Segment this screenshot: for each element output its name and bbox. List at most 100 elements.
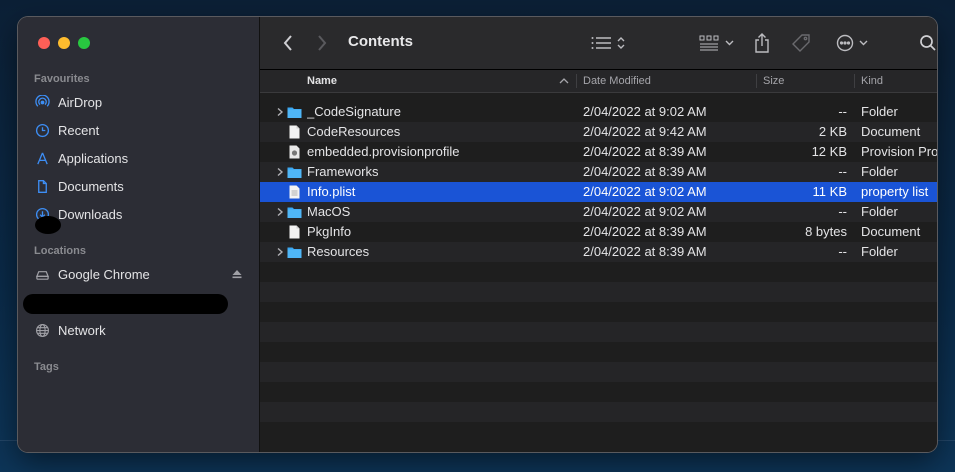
file-row[interactable]: _CodeSignature 2/04/2022 at 9:02 AM -- Fold… — [260, 102, 937, 122]
chevron-right-icon — [318, 35, 327, 51]
file-name: CodeResources — [307, 124, 401, 139]
share-icon — [755, 33, 769, 53]
file-size: 12 KB — [811, 144, 847, 159]
file-size: 11 KB — [812, 184, 847, 199]
minimize-window-button[interactable] — [58, 37, 70, 49]
sidebar-item-network[interactable]: Network — [34, 319, 244, 341]
file-row[interactable]: PkgInfo 2/04/2022 at 8:39 AM 8 bytes Docume… — [260, 222, 937, 242]
sort-ascending-icon — [559, 78, 569, 84]
file-name: Resources — [307, 244, 370, 259]
file-size: -- — [838, 164, 847, 179]
forward-button[interactable] — [312, 31, 332, 55]
sidebar-item-documents[interactable]: Documents — [34, 175, 244, 197]
sidebar-item-label: Network — [58, 322, 106, 338]
disclosure-chevron-icon[interactable] — [275, 167, 285, 177]
sidebar-item-downloads[interactable]: Downloads — [34, 203, 244, 225]
empty-row — [260, 362, 937, 382]
chevron-left-icon — [283, 35, 292, 51]
folder-icon — [287, 105, 302, 119]
traffic-lights — [38, 37, 90, 49]
file-row[interactable]: CodeResources 2/04/2022 at 9:42 AM 2 KB Doc… — [260, 122, 937, 142]
file-name: Frameworks — [307, 164, 379, 179]
file-size: -- — [838, 244, 847, 259]
empty-row — [260, 422, 937, 442]
finder-window: Favourites AirDrop Recent Applications D… — [18, 17, 937, 452]
provision-profile-icon — [287, 145, 302, 159]
sidebar-item-applications[interactable]: Applications — [34, 147, 244, 169]
column-size[interactable]: Size — [763, 70, 784, 92]
ellipsis-circle-icon — [836, 34, 854, 52]
zoom-window-button[interactable] — [78, 37, 90, 49]
sidebar-item-label: Google Chrome — [58, 266, 150, 282]
file-row[interactable]: Info.plist 2/04/2022 at 9:02 AM 11 KB prope… — [260, 182, 937, 202]
folder-icon — [287, 205, 302, 219]
disclosure-chevron-icon[interactable] — [275, 207, 285, 217]
file-size: -- — [838, 204, 847, 219]
chevron-down-icon — [859, 40, 868, 46]
file-size: -- — [838, 104, 847, 119]
applications-icon — [34, 150, 50, 166]
file-row[interactable]: embedded.provisionprofile 2/04/2022 at 8:… — [260, 142, 937, 162]
empty-row — [260, 402, 937, 422]
empty-row — [260, 302, 937, 322]
sidebar-item-recent[interactable]: Recent — [34, 119, 244, 141]
file-list: _CodeSignature 2/04/2022 at 9:02 AM -- Fold… — [260, 102, 937, 442]
tag-icon — [792, 34, 810, 52]
file-kind: Folder — [861, 164, 898, 179]
clock-icon — [34, 122, 50, 138]
airdrop-icon — [34, 94, 50, 110]
file-date-modified: 2/04/2022 at 9:02 AM — [583, 104, 707, 119]
drive-icon — [34, 266, 50, 282]
column-date-modified[interactable]: Date Modified — [583, 70, 651, 92]
sidebar-item-label: AirDrop — [58, 94, 103, 110]
file-date-modified: 2/04/2022 at 8:39 AM — [583, 224, 707, 239]
folder-icon — [287, 245, 302, 259]
file-browser: Contents Name Date Modified Size Kind _C… — [260, 17, 937, 452]
grid-icon — [699, 35, 718, 51]
sidebar-item-label: Applications — [58, 150, 129, 166]
column-name[interactable]: Name — [307, 70, 337, 92]
search-button[interactable] — [916, 31, 937, 55]
view-options-button[interactable] — [588, 31, 628, 55]
eject-icon[interactable] — [230, 267, 244, 281]
disclosure-chevron-icon[interactable] — [275, 247, 285, 257]
document-icon — [287, 225, 302, 239]
column-divider[interactable] — [576, 74, 577, 88]
file-name: PkgInfo — [307, 224, 352, 239]
group-button[interactable] — [696, 31, 736, 55]
folder-icon — [287, 165, 302, 179]
tag-button[interactable] — [790, 31, 814, 55]
file-name: embedded.provisionprofile — [307, 144, 460, 159]
file-date-modified: 2/04/2022 at 9:02 AM — [583, 204, 707, 219]
sidebar-item-google-chrome[interactable]: Google Chrome — [34, 263, 244, 285]
sidebar-item-label: Recent — [58, 122, 100, 138]
back-button[interactable] — [278, 31, 298, 55]
window-title: Contents — [348, 33, 413, 50]
list-view-icon — [591, 37, 611, 49]
column-divider[interactable] — [854, 74, 855, 88]
tags-section-title: Tags — [34, 361, 59, 373]
file-row[interactable]: MacOS 2/04/2022 at 9:02 AM -- Folder — [260, 202, 937, 222]
file-date-modified: 2/04/2022 at 8:39 AM — [583, 244, 707, 259]
file-date-modified: 2/04/2022 at 9:02 AM — [583, 184, 707, 199]
redacted-mark — [35, 216, 61, 234]
more-actions-button[interactable] — [834, 31, 870, 55]
empty-row — [260, 262, 937, 282]
toolbar: Contents — [260, 17, 937, 70]
column-divider[interactable] — [756, 74, 757, 88]
file-row[interactable]: Resources 2/04/2022 at 8:39 AM -- Folder — [260, 242, 937, 262]
disclosure-chevron-icon[interactable] — [275, 107, 285, 117]
search-icon — [920, 35, 936, 51]
file-date-modified: 2/04/2022 at 8:39 AM — [583, 164, 707, 179]
column-kind[interactable]: Kind — [861, 70, 883, 92]
file-name: MacOS — [307, 204, 351, 219]
redacted-location — [23, 294, 228, 314]
sidebar-item-airdrop[interactable]: AirDrop — [34, 91, 244, 113]
file-kind: Document — [861, 124, 921, 139]
file-kind: Provision Pro — [861, 144, 937, 159]
file-date-modified: 2/04/2022 at 9:42 AM — [583, 124, 707, 139]
file-row[interactable]: Frameworks 2/04/2022 at 8:39 AM -- Folder — [260, 162, 937, 182]
close-window-button[interactable] — [38, 37, 50, 49]
share-button[interactable] — [750, 31, 774, 55]
plist-file-icon — [287, 185, 302, 199]
